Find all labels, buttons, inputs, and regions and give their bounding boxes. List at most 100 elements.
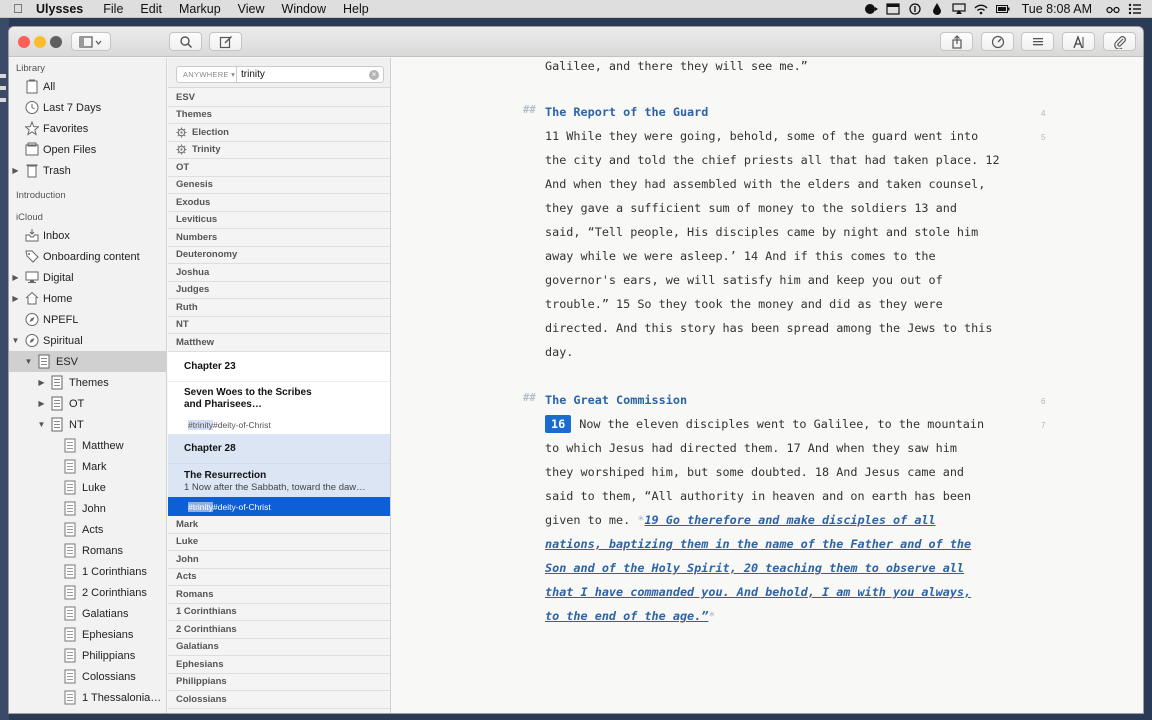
attachment-button[interactable]	[1103, 32, 1136, 51]
group-header-themes[interactable]: Themes	[168, 107, 390, 124]
sidebar-item-npefl[interactable]: NPEFL	[9, 309, 166, 330]
group-header-ot[interactable]: OT	[168, 159, 390, 177]
group-header-judges[interactable]: Judges	[168, 282, 390, 299]
group-header-deuteronomy[interactable]: Deuteronomy	[168, 247, 390, 264]
sheet-chapter-28[interactable]: Chapter 28	[168, 434, 390, 464]
menu-view[interactable]: View	[238, 2, 265, 16]
disclosure-right-icon[interactable]: ▶	[37, 378, 46, 387]
disclosure-down-icon[interactable]: ▼	[24, 357, 33, 366]
sidebar-item-inbox[interactable]: Inbox	[9, 225, 166, 246]
sheet-chapter-23[interactable]: Chapter 23	[168, 352, 390, 382]
group-header-genesis[interactable]: Genesis	[168, 177, 390, 194]
disclosure-right-icon[interactable]: ▶	[11, 166, 20, 175]
sidebar-item-matthew[interactable]: Matthew	[9, 435, 166, 456]
menu-edit[interactable]: Edit	[140, 2, 162, 16]
text-editor[interactable]: Galilee, and there they will see me.” ##…	[392, 58, 1143, 713]
sidebar-item-john[interactable]: John	[9, 498, 166, 519]
sidebar-item-acts[interactable]: Acts	[9, 519, 166, 540]
group-header-philippians[interactable]: Philippians	[168, 674, 390, 691]
verse-number-badge[interactable]: 16	[545, 415, 572, 433]
menu-markup[interactable]: Markup	[179, 2, 221, 16]
sheet-the-resurrection[interactable]: The Resurrection 1 Now after the Sabbath…	[168, 464, 390, 497]
group-header-joshua[interactable]: Joshua	[168, 264, 390, 282]
section-introduction[interactable]: Introduction	[16, 190, 66, 201]
wifi-icon[interactable]	[970, 2, 992, 16]
glasses-icon[interactable]	[1102, 2, 1124, 16]
typography-button[interactable]	[1062, 32, 1095, 51]
disclosure-right-icon[interactable]: ▶	[11, 273, 20, 282]
group-header-leviticus[interactable]: Leviticus	[168, 212, 390, 229]
group-header-nt[interactable]: NT	[168, 317, 390, 334]
sidebar-item-galatians[interactable]: Galatians	[9, 603, 166, 624]
disclosure-down-icon[interactable]: ▼	[37, 420, 46, 429]
group-header-romans[interactable]: Romans	[168, 586, 390, 604]
sidebar-item-1-corinthians[interactable]: 1 Corinthians	[9, 561, 166, 582]
sidebar-toggle-button[interactable]	[71, 32, 111, 51]
status-toggle-icon[interactable]	[860, 2, 882, 16]
group-header-esv[interactable]: ESV	[168, 89, 390, 107]
search-scope-dropdown[interactable]: ANYWHERE ▾	[176, 66, 242, 83]
search-input[interactable]: trinity ×	[236, 66, 384, 83]
menu-window[interactable]: Window	[282, 2, 326, 16]
sidebar-item-mark[interactable]: Mark	[9, 456, 166, 477]
share-button[interactable]	[940, 32, 973, 51]
group-header-1-corinthians[interactable]: 1 Corinthians	[168, 604, 390, 621]
sidebar-item-themes[interactable]: ▶ Themes	[9, 372, 166, 393]
apple-menu-icon[interactable]: 	[0, 1, 36, 16]
battery-icon[interactable]	[992, 2, 1014, 16]
sidebar-item-ot[interactable]: ▶ OT	[9, 393, 166, 414]
disclosure-down-icon[interactable]: ▼	[11, 336, 20, 345]
group-header-numbers[interactable]: Numbers	[168, 229, 390, 247]
menu-file[interactable]: File	[103, 2, 123, 16]
group-header-colossians[interactable]: Colossians	[168, 691, 390, 709]
sidebar-item-colossians[interactable]: Colossians	[9, 666, 166, 687]
group-header-galatians[interactable]: Galatians	[168, 639, 390, 656]
group-header-ruth[interactable]: Ruth	[168, 299, 390, 317]
group-header-2-corinthians[interactable]: 2 Corinthians	[168, 621, 390, 639]
zoom-window-button[interactable]	[50, 36, 62, 48]
search-button[interactable]	[169, 32, 202, 51]
group-header-acts[interactable]: Acts	[168, 569, 390, 586]
drop-icon[interactable]	[926, 2, 948, 16]
airplay-icon[interactable]	[948, 2, 970, 16]
goals-button[interactable]	[981, 32, 1014, 51]
group-header-john[interactable]: John	[168, 551, 390, 569]
close-window-button[interactable]	[18, 36, 30, 48]
group-header-ephesians[interactable]: Ephesians	[168, 656, 390, 674]
menubar-clock[interactable]: Tue 8:08 AM	[1022, 2, 1092, 16]
sidebar-item-luke[interactable]: Luke	[9, 477, 166, 498]
sidebar-item-open-files[interactable]: Open Files	[9, 139, 166, 160]
app-menu[interactable]: Ulysses	[36, 2, 83, 16]
menu-help[interactable]: Help	[343, 2, 369, 16]
sidebar-item-all[interactable]: All	[9, 76, 166, 97]
new-sheet-button[interactable]	[209, 32, 242, 51]
sidebar-item-2-corinthians[interactable]: 2 Corinthians	[9, 582, 166, 603]
notification-list-icon[interactable]	[1124, 2, 1146, 16]
disclosure-right-icon[interactable]: ▶	[11, 294, 20, 303]
group-header-matthew[interactable]: Matthew	[168, 334, 390, 352]
group-header-election[interactable]: Election	[168, 124, 390, 142]
group-header-trinity[interactable]: Trinity	[168, 142, 390, 159]
sidebar-item-favorites[interactable]: Favorites	[9, 118, 166, 139]
sidebar-item-esv[interactable]: ▼ ESV	[9, 351, 166, 372]
group-header-mark[interactable]: Mark	[168, 516, 390, 534]
sheet-keywords-selected[interactable]: #trinity #deity-of-Christ	[168, 497, 390, 516]
disclosure-right-icon[interactable]: ▶	[37, 399, 46, 408]
sidebar-item-1-thessalonians[interactable]: 1 Thessalonia…	[9, 687, 166, 708]
group-header-luke[interactable]: Luke	[168, 534, 390, 551]
group-header-exodus[interactable]: Exodus	[168, 194, 390, 212]
sidebar-item-onboarding-content[interactable]: Onboarding content	[9, 246, 166, 267]
sidebar-item-philippians[interactable]: Philippians	[9, 645, 166, 666]
sidebar-item-nt[interactable]: ▼ NT	[9, 414, 166, 435]
sidebar-item-spiritual[interactable]: ▼ Spiritual	[9, 330, 166, 351]
sidebar-item-home[interactable]: ▶ Home	[9, 288, 166, 309]
minimize-window-button[interactable]	[34, 36, 46, 48]
attachments-list-button[interactable]	[1021, 32, 1054, 51]
sidebar-item-ephesians[interactable]: Ephesians	[9, 624, 166, 645]
sidebar-item-last-7-days[interactable]: Last 7 Days	[9, 97, 166, 118]
sidebar-item-digital[interactable]: ▶ Digital	[9, 267, 166, 288]
sidebar-item-trash[interactable]: ▶ Trash	[9, 160, 166, 181]
info-icon[interactable]	[904, 2, 926, 16]
calendar-icon[interactable]	[882, 2, 904, 16]
sidebar-item-romans[interactable]: Romans	[9, 540, 166, 561]
